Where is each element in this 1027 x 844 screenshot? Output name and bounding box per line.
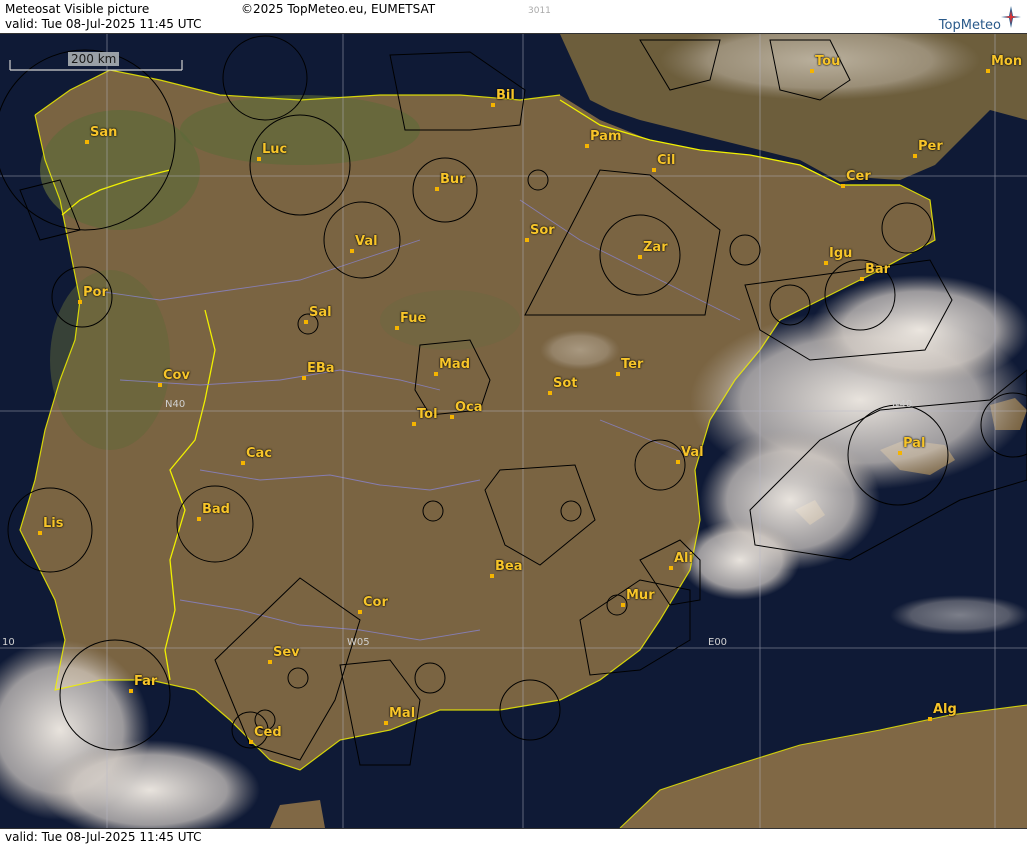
city-label: Sor — [530, 223, 555, 238]
city-label: Mon — [991, 54, 1023, 69]
grid-label-w05: W05 — [347, 637, 370, 648]
city-label: Oca — [455, 400, 483, 415]
city-label: San — [90, 125, 118, 140]
copyright: ©2025 TopMeteo.eu, EUMETSAT — [241, 2, 436, 16]
city-label: Bad — [202, 502, 230, 517]
city-label: Tol — [417, 407, 438, 422]
compass-star-icon — [1001, 6, 1021, 28]
city-label: Tou — [815, 54, 841, 69]
city-label: Pam — [590, 129, 622, 144]
city-label: Ter — [621, 357, 644, 372]
satellite-map[interactable]: 200 km N40 N40 W05 E00 10 San Luc Bil Pa… — [0, 34, 1027, 828]
city-label: Bur — [440, 172, 466, 187]
city-label: Cer — [846, 169, 871, 184]
footer-valid-time: valid: Tue 08-Jul-2025 11:45 UTC — [5, 830, 202, 844]
city-label: Ced — [254, 725, 282, 740]
city-label: Bil — [496, 88, 515, 103]
city-label: Sot — [553, 376, 578, 391]
city-label: Mal — [389, 706, 416, 721]
image-code: 3011 — [528, 6, 551, 16]
city-label: Bar — [865, 262, 891, 277]
image-title: Meteosat Visible picture — [5, 2, 150, 16]
city-label: Luc — [262, 142, 288, 157]
grid-label-e00: E00 — [708, 637, 728, 648]
city-label: Alg — [933, 702, 957, 717]
city-label: Cil — [657, 153, 676, 168]
grid-label-w10: 10 — [2, 637, 15, 648]
map-drawing — [0, 34, 1027, 828]
logo-text: TopMeteo — [938, 18, 1001, 33]
city-label: Val — [355, 234, 378, 249]
city-label: Per — [918, 139, 943, 154]
city-label: Far — [134, 674, 158, 689]
header-bar: Meteosat Visible picture valid: Tue 08-J… — [0, 0, 1027, 34]
city-label: Cov — [163, 368, 190, 383]
footer-bar: valid: Tue 08-Jul-2025 11:45 UTC — [0, 828, 1027, 844]
city-label: Mad — [439, 357, 471, 372]
valid-time: valid: Tue 08-Jul-2025 11:45 UTC — [5, 17, 202, 31]
city-label: Igu — [829, 246, 853, 261]
city-label: Bea — [495, 559, 523, 574]
scale-label: 200 km — [68, 52, 120, 66]
grid-label-n40: N40 — [165, 399, 186, 410]
city-label: Sev — [273, 645, 300, 660]
grid-label-n40: N40 — [892, 399, 913, 410]
city-label: Fue — [400, 311, 427, 326]
city-label: Cac — [246, 446, 273, 461]
city-label: Val — [681, 445, 704, 460]
city-label: Cor — [363, 595, 388, 610]
city-label: EBa — [307, 361, 335, 376]
city-label: Zar — [643, 240, 668, 255]
city-label: Por — [83, 285, 108, 300]
city-label: Lis — [43, 516, 64, 531]
city-label: Pal — [903, 436, 926, 451]
topmeteo-logo[interactable]: TopMeteo — [911, 4, 1021, 33]
city-label: Mur — [626, 588, 655, 603]
city-label: Sal — [309, 305, 332, 320]
city-label: Ali — [674, 551, 693, 566]
